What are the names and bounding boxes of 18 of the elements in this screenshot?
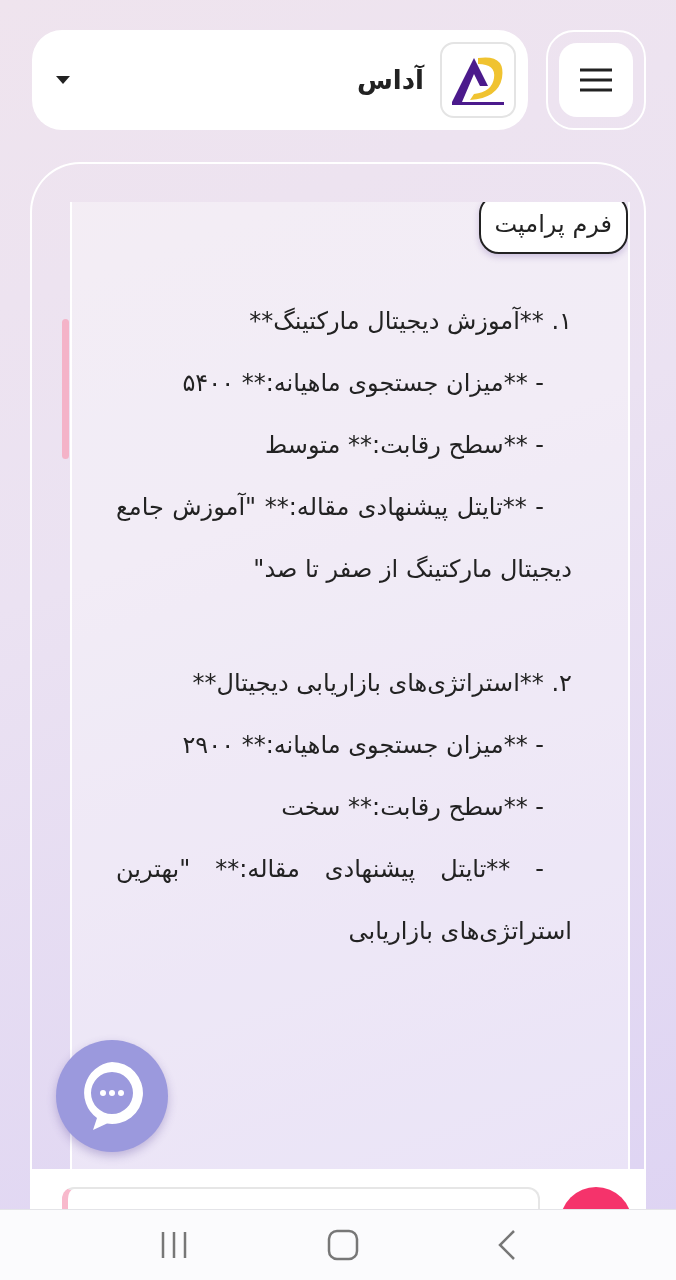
- brand-select[interactable]: آداس: [32, 30, 528, 130]
- menu-icon: [579, 68, 613, 92]
- list-item: - **تایتل پیشنهادی مقاله:** "بهترین استراتژی‌های بازاریابی: [116, 854, 572, 947]
- home-icon[interactable]: [327, 1229, 359, 1261]
- list-item: - **میزان جستجوی ماهیانه:** ۲۹۰۰: [181, 730, 545, 761]
- list-item: - **سطح رقابت:** سخت: [280, 792, 545, 823]
- list-heading: ۲. **استراتژی‌های بازاریابی دیجیتال**: [191, 668, 572, 699]
- list-heading: ۱. **آموزش دیجیتال مارکتینگ**: [248, 305, 572, 337]
- menu-button[interactable]: [559, 43, 633, 117]
- list-item: - **سطح رقابت:** متوسط: [264, 430, 545, 461]
- back-icon[interactable]: [497, 1229, 517, 1261]
- prompt-form-badge[interactable]: فرم پرامپت: [478, 202, 628, 254]
- list-item: - **تایتل پیشنهادی مقاله:** "آموزش جامع دیجیتال مارکتینگ از صفر تا صد": [116, 491, 572, 585]
- chat-button[interactable]: [56, 1040, 168, 1152]
- list-item: - **میزان جستجوی ماهیانه:** ۵۴۰۰: [181, 368, 545, 399]
- caret-icon: [56, 76, 70, 84]
- recent-apps-icon[interactable]: [159, 1230, 189, 1260]
- brand-name: آداس: [355, 65, 424, 95]
